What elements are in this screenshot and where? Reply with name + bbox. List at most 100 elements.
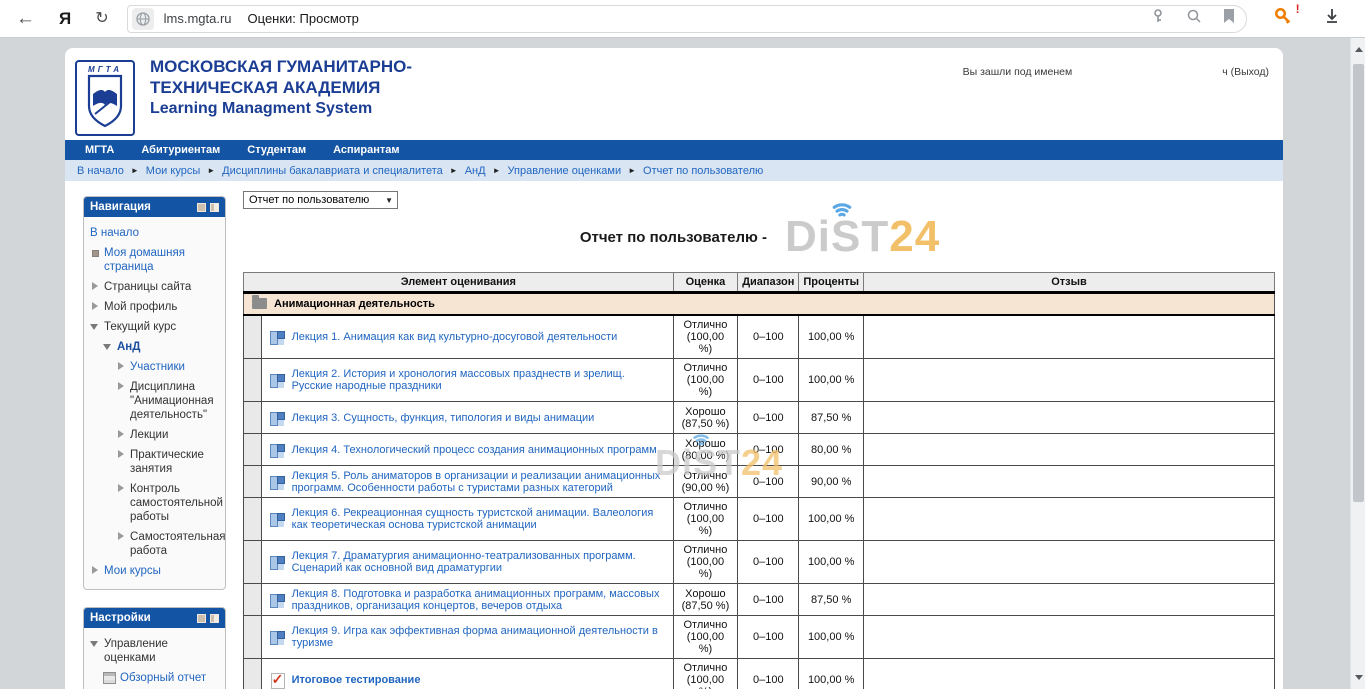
grade-item-link[interactable]: Лекция 1. Анимация как вид культурно-дос… <box>292 331 618 343</box>
sidebar-nav-item[interactable]: Практические занятия <box>90 445 221 479</box>
back-icon[interactable]: ← <box>16 9 35 28</box>
sidebar-settings-item[interactable]: Обзорный отчет <box>90 668 221 688</box>
grade-item-link[interactable]: Лекция 8. Подготовка и разработка анимац… <box>292 588 660 612</box>
sidebar-nav-item[interactable]: Лекции <box>90 425 221 445</box>
sidebar-nav-item[interactable]: Самостоятельная работа <box>90 527 221 561</box>
indent-cell <box>244 315 262 359</box>
page-scrollbar[interactable] <box>1350 38 1365 689</box>
percent-value: 100,00 % <box>799 659 864 689</box>
top-menu-item[interactable]: Аспирантам <box>333 144 399 156</box>
sidebar-nav-item[interactable]: Дисциплина "Анимационная деятельность" <box>90 377 221 425</box>
collapse-block-icon[interactable] <box>197 614 206 623</box>
sidebar-nav-item[interactable]: АнД <box>90 337 221 357</box>
lesson-icon <box>270 593 284 607</box>
main-content: Отчет по пользователю ▼ Отчет по пользов… <box>243 190 1277 689</box>
dock-block-icon[interactable] <box>210 614 219 623</box>
key-icon[interactable] <box>1150 8 1166 29</box>
grade-item-link[interactable]: Лекция 4. Технологический процесс создан… <box>292 444 657 456</box>
grade-item-link[interactable]: Лекция 2. История и хронология массовых … <box>292 368 625 392</box>
breadcrumb-separator-icon: ► <box>131 166 139 175</box>
logout-link[interactable]: ч (Выход) <box>1222 66 1269 78</box>
range-value: 0–100 <box>738 434 799 466</box>
lesson-icon <box>270 411 284 425</box>
table-row: Лекция 4. Технологический процесс создан… <box>244 434 1275 466</box>
tree-toggle-icon[interactable] <box>90 566 99 575</box>
breadcrumb-link[interactable]: В начало <box>77 165 124 177</box>
percent-value: 87,50 % <box>799 584 864 616</box>
tree-toggle-icon[interactable] <box>103 342 112 351</box>
sidebar-nav-item[interactable]: Моя домашняя страница <box>90 243 221 277</box>
zoom-page-icon[interactable] <box>1186 8 1202 29</box>
grade-value: Хорошо (87,50 %) <box>673 402 738 434</box>
tree-toggle-icon[interactable] <box>90 322 99 331</box>
sidebar-nav-item[interactable]: Страницы сайта <box>90 277 221 297</box>
screen: ← Я ↻ lms.mgta.ru Оценки: Просмотр <box>0 0 1365 689</box>
indent-cell <box>244 541 262 584</box>
sidebar-nav-item[interactable]: Контроль самостоятельной работы <box>90 479 221 527</box>
sidebar-nav-item[interactable]: В начало <box>90 223 221 243</box>
top-menu-item[interactable]: Студентам <box>247 144 306 156</box>
tree-toggle-icon[interactable] <box>90 282 99 291</box>
range-value: 0–100 <box>738 616 799 659</box>
indent-cell <box>244 498 262 541</box>
sidebar-settings-item[interactable]: Управление оценками <box>90 634 221 668</box>
breadcrumb-link[interactable]: Мои курсы <box>146 165 200 177</box>
grade-item-link[interactable]: Лекция 9. Игра как эффективная форма ани… <box>292 625 658 649</box>
tree-toggle-icon[interactable] <box>116 382 125 391</box>
breadcrumb-link[interactable]: Отчет по пользователю <box>643 165 763 177</box>
grade-item-link[interactable]: Лекция 6. Рекреационная сущность туристс… <box>292 507 654 531</box>
feedback-cell <box>864 541 1275 584</box>
breadcrumb-separator-icon: ► <box>493 166 501 175</box>
collapse-block-icon[interactable] <box>197 203 206 212</box>
lesson-icon <box>270 512 284 526</box>
breadcrumb-link[interactable]: Управление оценками <box>508 165 622 177</box>
tree-toggle-icon[interactable] <box>90 302 99 311</box>
sidebar-nav-item[interactable]: Мои курсы <box>90 561 221 581</box>
scroll-up-icon[interactable] <box>1351 42 1365 57</box>
grade-item-link[interactable]: Лекция 5. Роль аниматоров в организации … <box>292 470 661 494</box>
grade-item-link[interactable]: Лекция 7. Драматургия анимационно-театра… <box>292 550 636 574</box>
sidebar-nav-item[interactable]: Мой профиль <box>90 297 221 317</box>
table-row: Лекция 1. Анимация как вид культурно-дос… <box>244 315 1275 359</box>
breadcrumb-separator-icon: ► <box>207 166 215 175</box>
scroll-thumb[interactable] <box>1353 64 1364 502</box>
percent-value: 100,00 % <box>799 359 864 402</box>
tree-toggle-icon[interactable] <box>116 484 125 493</box>
password-alert-icon[interactable]: ! <box>1273 6 1293 31</box>
bookmark-icon[interactable] <box>1222 8 1236 29</box>
breadcrumb-link[interactable]: Дисциплины бакалавриата и специалитета <box>222 165 443 177</box>
indent-cell <box>244 402 262 434</box>
grade-item-link[interactable]: Лекция 3. Сущность, функция, типология и… <box>292 412 595 424</box>
column-header-grade: Оценка <box>673 273 738 293</box>
breadcrumb-link[interactable]: АнД <box>465 165 486 177</box>
percent-value: 100,00 % <box>799 541 864 584</box>
address-bar[interactable]: lms.mgta.ru Оценки: Просмотр <box>127 5 1247 33</box>
tree-toggle-icon[interactable] <box>116 450 125 459</box>
yandex-logo-icon[interactable]: Я <box>59 9 71 29</box>
lesson-icon <box>270 555 284 569</box>
url-text[interactable]: lms.mgta.ru <box>164 11 232 26</box>
indent-cell <box>244 359 262 402</box>
dock-block-icon[interactable] <box>210 203 219 212</box>
grade-item-link[interactable]: Итоговое тестирование <box>292 674 421 686</box>
report-type-select[interactable]: Отчет по пользователю ▼ <box>243 191 398 209</box>
scroll-down-icon[interactable] <box>1351 670 1365 685</box>
top-menu-item[interactable]: Абитуриентам <box>141 144 220 156</box>
table-row: Лекция 8. Подготовка и разработка анимац… <box>244 584 1275 616</box>
refresh-icon[interactable]: ↻ <box>95 11 108 27</box>
percent-value: 100,00 % <box>799 616 864 659</box>
browser-bar: ← Я ↻ lms.mgta.ru Оценки: Просмотр <box>0 0 1365 38</box>
percent-value: 100,00 % <box>799 315 864 359</box>
tree-toggle-icon[interactable] <box>116 532 125 541</box>
feedback-cell <box>864 584 1275 616</box>
top-menu-item[interactable]: МГТА <box>85 144 114 156</box>
feedback-cell <box>864 659 1275 689</box>
tree-toggle-icon[interactable] <box>116 430 125 439</box>
sidebar-nav-item[interactable]: Текущий курс <box>90 317 221 337</box>
settings-block-header: Настройки <box>84 608 225 628</box>
tree-toggle-icon[interactable] <box>116 362 125 371</box>
tree-toggle-icon[interactable] <box>90 248 99 257</box>
sidebar-nav-item[interactable]: Участники <box>90 357 221 377</box>
download-icon[interactable] <box>1323 7 1341 30</box>
grade-value: Отлично (100,00 %) <box>673 359 738 402</box>
